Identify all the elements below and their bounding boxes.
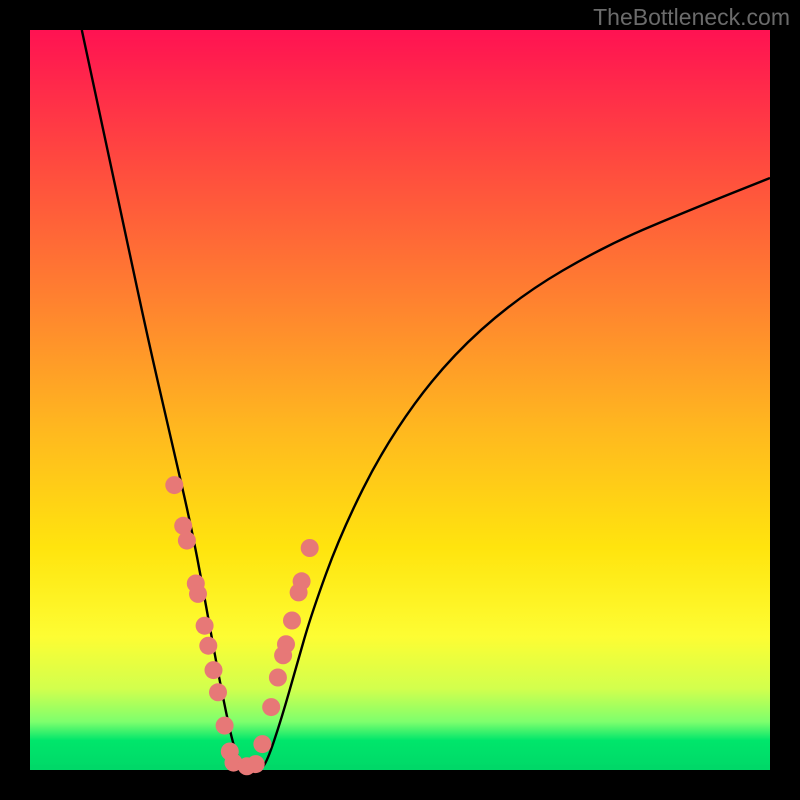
sample-dots-group bbox=[165, 476, 318, 775]
sample-dot bbox=[283, 612, 301, 630]
sample-dot bbox=[205, 661, 223, 679]
plot-area bbox=[30, 30, 770, 770]
sample-dot bbox=[262, 698, 280, 716]
sample-dot bbox=[199, 637, 217, 655]
chart-frame: TheBottleneck.com bbox=[0, 0, 800, 800]
curve-layer bbox=[30, 30, 770, 770]
sample-dot bbox=[216, 717, 234, 735]
sample-dot bbox=[196, 617, 214, 635]
sample-dot bbox=[247, 755, 265, 773]
bottleneck-curve bbox=[82, 30, 770, 770]
sample-dot bbox=[277, 635, 295, 653]
sample-dot bbox=[209, 683, 227, 701]
sample-dot bbox=[253, 735, 271, 753]
sample-dot bbox=[293, 572, 311, 590]
sample-dot bbox=[301, 539, 319, 557]
sample-dot bbox=[178, 532, 196, 550]
sample-dot bbox=[189, 585, 207, 603]
watermark-text: TheBottleneck.com bbox=[593, 4, 790, 31]
sample-dot bbox=[165, 476, 183, 494]
sample-dot bbox=[269, 669, 287, 687]
